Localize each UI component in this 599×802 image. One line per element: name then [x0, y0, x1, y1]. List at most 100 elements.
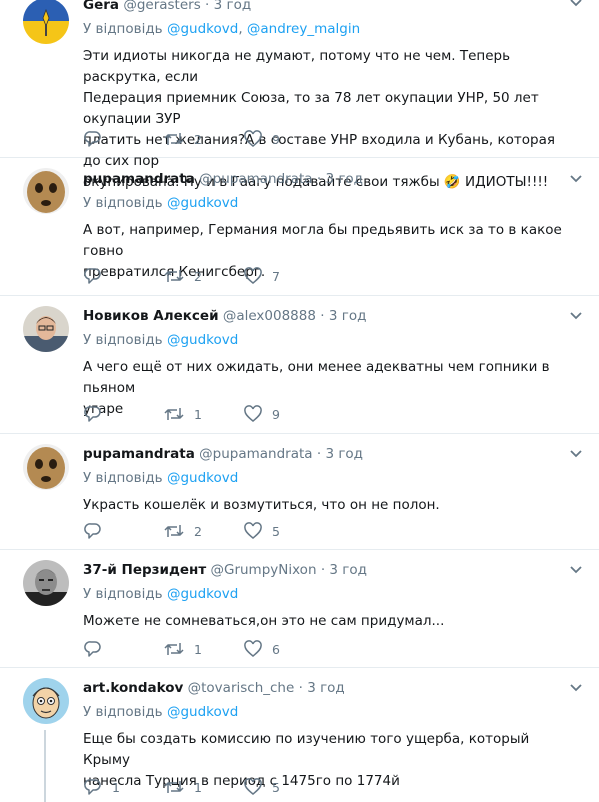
reply-icon	[84, 641, 101, 657]
timestamp[interactable]: 3 год	[325, 446, 363, 462]
reply-context: У відповідь @gudkovd, @andrey_malgin	[83, 21, 361, 37]
tweet[interactable]: 37-й Перзидент @GrumpyNixon · 3 год У ві…	[0, 550, 599, 668]
reply-icon	[84, 131, 101, 147]
reply-context: У відповідь @gudkovd	[83, 704, 239, 720]
retweet-button[interactable]: 2	[164, 522, 244, 540]
cartoon-face-icon	[23, 678, 69, 724]
avatar[interactable]	[23, 444, 69, 490]
mention-link[interactable]: @gudkovd	[167, 704, 238, 720]
like-button[interactable]: 9	[244, 405, 324, 423]
reply-thread: Gera @gerasters · 3 год У відповідь @gud…	[0, 0, 599, 802]
reply-icon	[84, 523, 101, 539]
avatar[interactable]	[23, 0, 69, 44]
tweet-actions: 2 7	[84, 266, 324, 286]
heart-icon	[244, 405, 262, 422]
reply-context: У відповідь @gudkovd	[83, 195, 239, 211]
retweet-button[interactable]: 1	[164, 405, 244, 423]
like-button[interactable]: 7	[244, 267, 324, 285]
reply-button[interactable]	[84, 405, 164, 423]
avatar[interactable]	[23, 560, 69, 606]
retweet-button[interactable]: 2	[164, 130, 244, 148]
chevron-down-icon[interactable]	[569, 0, 583, 8]
like-button[interactable]: 6	[244, 640, 324, 658]
timestamp[interactable]: 3 год	[325, 171, 363, 187]
tweet[interactable]: Новиков Алексей @alex008888 · 3 год У ві…	[0, 296, 599, 434]
username[interactable]: @alex008888	[223, 308, 316, 324]
like-button[interactable]: 5	[244, 778, 324, 796]
avatar[interactable]	[23, 678, 69, 724]
thread-connector	[44, 730, 46, 802]
tweet[interactable]: art.kondakov @tovarisch_che · 3 год У ві…	[0, 668, 599, 802]
tweet-header: art.kondakov @tovarisch_che · 3 год	[83, 680, 345, 696]
reply-button[interactable]	[84, 130, 164, 148]
heart-icon	[244, 640, 262, 657]
retweet-icon	[164, 525, 184, 537]
display-name[interactable]: pupamandrata	[83, 171, 195, 187]
username[interactable]: @gerasters	[123, 0, 200, 13]
username[interactable]: @tovarisch_che	[188, 680, 295, 696]
like-button[interactable]: 5	[244, 522, 324, 540]
chevron-down-icon[interactable]	[569, 311, 583, 321]
retweet-icon	[164, 643, 184, 655]
display-name[interactable]: Новиков Алексей	[83, 308, 219, 324]
retweet-icon	[164, 133, 184, 145]
tweet[interactable]: pupamandrata @pupamandrata · 3 год У від…	[0, 434, 599, 550]
mention-link[interactable]: @gudkovd	[167, 21, 238, 37]
tweet-text: Можете не сомневаться,он это не сам прид…	[83, 613, 445, 629]
display-name[interactable]: 37-й Перзидент	[83, 562, 206, 578]
retweet-button[interactable]: 1	[164, 640, 244, 658]
timestamp[interactable]: 3 год	[329, 562, 367, 578]
chevron-down-icon[interactable]	[569, 683, 583, 693]
tweet[interactable]: pupamandrata @pupamandrata · 3 год У від…	[0, 158, 599, 296]
display-name[interactable]: art.kondakov	[83, 680, 183, 696]
reply-button[interactable]	[84, 522, 164, 540]
retweet-button[interactable]: 2	[164, 267, 244, 285]
tweet-actions: 2 9	[84, 129, 324, 149]
stone-face-icon	[23, 444, 69, 490]
timestamp[interactable]: 3 год	[329, 308, 367, 324]
reply-button[interactable]	[84, 640, 164, 658]
chevron-down-icon[interactable]	[569, 449, 583, 459]
person-photo-icon	[23, 306, 69, 352]
tweet-header: pupamandrata @pupamandrata · 3 год	[83, 171, 364, 187]
tweet-actions: 1 1 5	[84, 777, 324, 797]
reply-button[interactable]	[84, 267, 164, 285]
heart-icon	[244, 130, 262, 147]
mention-link[interactable]: @gudkovd	[167, 470, 238, 486]
like-button[interactable]: 9	[244, 130, 324, 148]
retweet-icon	[164, 408, 184, 420]
tweet-header: pupamandrata @pupamandrata · 3 год	[83, 446, 364, 462]
mention-link[interactable]: @andrey_malgin	[247, 21, 360, 37]
reply-context: У відповідь @gudkovd	[83, 470, 239, 486]
chevron-down-icon[interactable]	[569, 565, 583, 575]
username[interactable]: @pupamandrata	[199, 171, 312, 187]
reply-icon	[84, 406, 101, 422]
username[interactable]: @GrumpyNixon	[210, 562, 316, 578]
mention-link[interactable]: @gudkovd	[167, 195, 238, 211]
tweet[interactable]: Gera @gerasters · 3 год У відповідь @gud…	[0, 0, 599, 190]
bw-portrait-icon	[23, 560, 69, 606]
timestamp[interactable]: 3 год	[214, 0, 252, 13]
tweet-header: Gera @gerasters · 3 год	[83, 0, 569, 14]
avatar[interactable]	[23, 306, 69, 352]
heart-icon	[244, 778, 262, 795]
tweet-header: 37-й Перзидент @GrumpyNixon · 3 год	[83, 562, 367, 578]
flag-avatar-icon	[23, 0, 69, 44]
reply-icon	[84, 779, 101, 795]
heart-icon	[244, 267, 262, 284]
tweet-text: Украсть кошелёк и возмутиться, что он не…	[83, 497, 440, 513]
display-name[interactable]: Gera	[83, 0, 119, 13]
avatar[interactable]	[23, 168, 69, 214]
chevron-down-icon[interactable]	[569, 174, 583, 184]
retweet-button[interactable]: 1	[164, 778, 244, 796]
retweet-icon	[164, 781, 184, 793]
reply-button[interactable]: 1	[84, 778, 164, 796]
mention-link[interactable]: @gudkovd	[167, 332, 238, 348]
username[interactable]: @pupamandrata	[199, 446, 312, 462]
tweet-header: Новиков Алексей @alex008888 · 3 год	[83, 308, 367, 324]
tweet-actions: 1 9	[84, 404, 324, 424]
mention-link[interactable]: @gudkovd	[167, 586, 238, 602]
tweet-actions: 2 5	[84, 521, 324, 541]
display-name[interactable]: pupamandrata	[83, 446, 195, 462]
timestamp[interactable]: 3 год	[307, 680, 345, 696]
